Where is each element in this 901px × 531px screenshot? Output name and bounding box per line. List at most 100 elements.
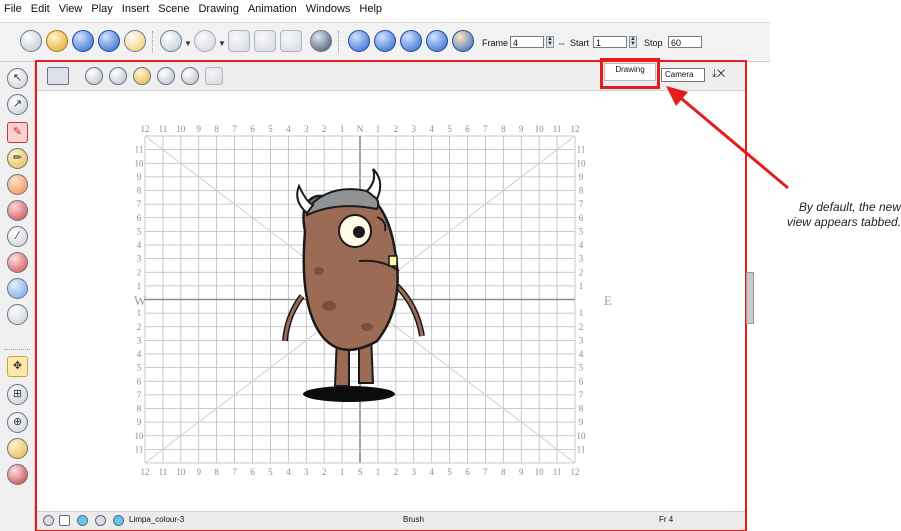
menu-windows[interactable]: Windows [302, 0, 356, 15]
cut-icon[interactable] [228, 30, 250, 52]
grid-left-number: 5 [137, 363, 142, 373]
color-icon[interactable] [7, 438, 28, 459]
drawing-stage[interactable]: 12 11 10 9 8 7 6 5 4 3 2 1 N 1 2 3 4 5 6 7 8 9 10 11 1212 11 10 9 8 7… [37, 91, 745, 511]
sound-scrub-icon[interactable] [426, 30, 448, 52]
light-table-icon[interactable] [133, 67, 151, 85]
grid-icon[interactable]: ⊞ [7, 384, 28, 405]
line-icon[interactable]: ⁄ [7, 226, 28, 247]
paste-icon[interactable] [280, 30, 302, 52]
start-stepper[interactable]: ▲ ▼ [629, 36, 637, 48]
menu-play[interactable]: Play [87, 0, 117, 15]
current-tool-name: Brush [403, 515, 424, 524]
grid-right-number: 2 [579, 322, 584, 332]
grid-right-number: 5 [579, 226, 584, 236]
menu-insert[interactable]: Insert [118, 0, 155, 15]
grid-left-number: 8 [137, 404, 142, 414]
redo-dropdown-icon[interactable]: ▼ [218, 39, 226, 48]
color-swatch-icon[interactable] [77, 515, 88, 526]
grid-top-number: 6 [465, 124, 470, 134]
grid-bottom-number: 10 [535, 467, 545, 477]
zoom-reset-icon[interactable] [43, 515, 54, 526]
pan-reset-icon[interactable] [95, 515, 106, 526]
grid-bottom-number: 9 [197, 467, 202, 477]
dropper-icon[interactable] [7, 252, 28, 273]
transform-icon[interactable]: ✥ [7, 356, 28, 377]
grid-right-number: 10 [577, 431, 587, 441]
grid-top-number: 7 [232, 124, 237, 134]
current-frame: Fr 4 [659, 515, 674, 524]
start-label: Start [570, 38, 590, 48]
sound-icon[interactable] [400, 30, 422, 52]
drawing-color-icon [113, 515, 124, 526]
stop-field[interactable]: 60 [668, 36, 702, 48]
view-menu-icon[interactable] [47, 67, 69, 85]
grid-right-number: 9 [579, 417, 584, 427]
show-strokes-icon[interactable] [157, 67, 175, 85]
grid-bottom-number: 3 [412, 467, 417, 477]
menu-drawing[interactable]: Drawing [194, 0, 243, 15]
close-gap-icon[interactable] [7, 304, 28, 325]
rotate-view-icon[interactable] [181, 67, 199, 85]
grid-toggle-icon[interactable] [109, 67, 127, 85]
grid-east-label: E [604, 293, 612, 308]
reset-view-icon[interactable] [205, 67, 223, 85]
new-scene-icon[interactable] [20, 30, 42, 52]
grid-left-number: 9 [137, 417, 142, 427]
frame-label: Frame [482, 38, 509, 48]
grid-left-number: 5 [137, 226, 142, 236]
grid-right-number: 1 [579, 308, 584, 318]
grid-right-number: 1 [579, 281, 584, 291]
grid-bottom-number: 6 [465, 467, 470, 477]
grid-top-number: 11 [553, 124, 562, 134]
menu-scene[interactable]: Scene [154, 0, 194, 15]
brush-icon[interactable]: ✎ [7, 122, 28, 143]
import-icon[interactable] [124, 30, 146, 52]
frame-stepper[interactable]: ▲ ▼ [546, 36, 554, 48]
playback-icon[interactable] [452, 30, 474, 52]
callout-line-2: view appears tabbed. [786, 215, 901, 229]
grid-top-number: 1 [376, 124, 381, 134]
eraser-icon[interactable] [7, 174, 28, 195]
onion-skin-icon[interactable] [85, 67, 103, 85]
panel-collapse-handle[interactable] [746, 272, 754, 324]
copy-icon[interactable] [254, 30, 276, 52]
menu-view[interactable]: View [55, 0, 88, 15]
start-field[interactable]: 1 [593, 36, 627, 48]
frame-field[interactable]: 4 [510, 36, 544, 48]
main-toolbar: ▼ ▼ Frame 4 ▲ ▼ ⇔ Start 1 ▲ ▼ Stop 60 [0, 22, 770, 62]
menu-edit[interactable]: Edit [27, 0, 55, 15]
render-icon[interactable] [310, 30, 332, 52]
grid-west-label: W [134, 293, 147, 308]
toolbar-separator [152, 31, 155, 53]
menu-file[interactable]: File [0, 0, 27, 15]
grid-bottom-number: 11 [553, 467, 562, 477]
undo-icon[interactable] [160, 30, 182, 52]
grid-bottom-number: 8 [501, 467, 506, 477]
grid-bottom-number: 2 [322, 467, 327, 477]
rotate-reset-icon[interactable] [59, 515, 70, 526]
grid-left-number: 4 [137, 349, 142, 359]
pencil-icon[interactable]: ✏ [7, 148, 28, 169]
undo-dropdown-icon[interactable]: ▼ [184, 39, 192, 48]
grid-bottom-number: 7 [232, 467, 237, 477]
redo-icon[interactable] [194, 30, 216, 52]
grid-bottom-number: 2 [394, 467, 399, 477]
stroke-icon[interactable] [7, 278, 28, 299]
menu-help[interactable]: Help [355, 0, 387, 15]
contour-editor-icon[interactable]: ↗ [7, 94, 28, 115]
play-icon[interactable] [348, 30, 370, 52]
grid-right-number: 11 [577, 444, 586, 454]
save-icon[interactable] [72, 30, 94, 52]
morph-icon[interactable] [7, 464, 28, 485]
start-arrow-icon: ⇔ [557, 38, 566, 48]
loop-icon[interactable] [374, 30, 396, 52]
stop-label: Stop [644, 38, 663, 48]
menu-animation[interactable]: Animation [244, 0, 302, 15]
select-icon[interactable]: ↖ [7, 68, 28, 89]
paint-icon[interactable] [7, 200, 28, 221]
save-as-icon[interactable] [98, 30, 120, 52]
open-icon[interactable] [46, 30, 68, 52]
pivot-icon[interactable]: ⊕ [7, 412, 28, 433]
grid-bottom-number: 1 [340, 467, 345, 477]
grid-bottom-number: 1 [376, 467, 381, 477]
